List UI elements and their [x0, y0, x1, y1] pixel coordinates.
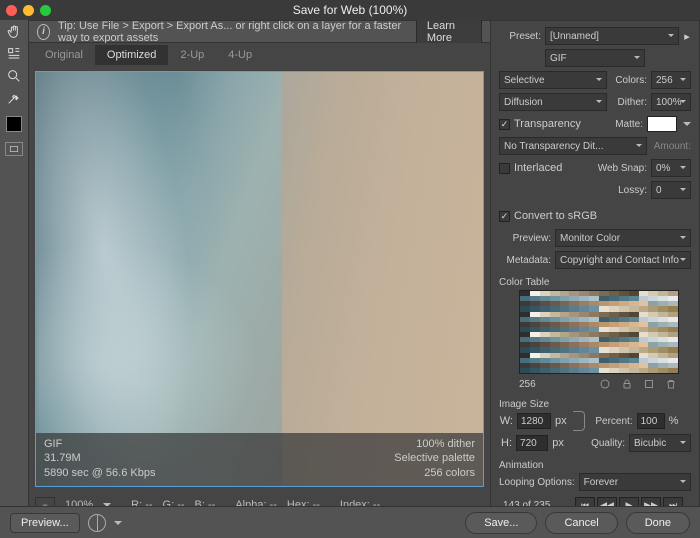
meta-colors: 256 colors: [394, 466, 475, 480]
browser-preview-icon[interactable]: [88, 514, 106, 532]
tab-4up[interactable]: 4-Up: [216, 45, 264, 65]
color-count: 256: [519, 379, 536, 390]
colors-select[interactable]: 256: [651, 71, 691, 89]
srgb-label: Convert to sRGB: [514, 210, 597, 222]
metadata-label: Metadata:: [499, 255, 551, 266]
tip-bar: i Tip: Use File > Export > Export As... …: [29, 21, 490, 43]
delete-color-icon[interactable]: [663, 377, 679, 391]
preview-button[interactable]: Preview...: [10, 513, 80, 533]
image-preview[interactable]: GIF 31.79M 5890 sec @ 56.6 Kbps 100% dit…: [35, 71, 484, 487]
lossy-label: Lossy:: [611, 185, 647, 196]
interlaced-checkbox[interactable]: [499, 163, 510, 174]
footer: Preview... Save... Cancel Done: [0, 506, 700, 538]
zoom-window[interactable]: [40, 5, 51, 16]
transparency-checkbox[interactable]: [499, 119, 510, 130]
reduction-select[interactable]: Selective: [499, 71, 607, 89]
tool-column: [0, 20, 28, 518]
tab-2up[interactable]: 2-Up: [168, 45, 216, 65]
websnap-label: Web Snap:: [595, 163, 647, 174]
image-size-label: Image Size: [499, 399, 691, 410]
matte-label: Matte:: [611, 119, 643, 130]
preview-meta: GIF 31.79M 5890 sec @ 56.6 Kbps 100% dit…: [36, 433, 483, 486]
close-window[interactable]: [6, 5, 17, 16]
browser-menu-icon[interactable]: [114, 521, 122, 529]
window-title: Save for Web (100%): [293, 3, 408, 17]
quality-select[interactable]: Bicubic: [629, 434, 691, 452]
height-input[interactable]: 720: [516, 435, 548, 451]
w-label: W:: [499, 415, 513, 427]
zoom-tool-icon[interactable]: [6, 68, 22, 84]
animation-label: Animation: [499, 460, 691, 471]
eyedropper-tool-icon[interactable]: [6, 90, 22, 106]
dither-method-select[interactable]: Diffusion: [499, 93, 607, 111]
preset-flyout-icon[interactable]: ▸: [683, 30, 691, 43]
meta-palette: Selective palette: [394, 451, 475, 465]
done-button[interactable]: Done: [626, 512, 690, 534]
settings-panel: Preset: [Unnamed] ▸ GIF Selective Colors…: [490, 20, 700, 518]
minimize-window[interactable]: [23, 5, 34, 16]
matte-swatch[interactable]: [647, 116, 677, 132]
dither-label: Dither:: [611, 97, 647, 108]
hand-tool-icon[interactable]: [6, 24, 22, 40]
new-color-icon[interactable]: [641, 377, 657, 391]
tab-original[interactable]: Original: [33, 45, 95, 65]
titlebar: Save for Web (100%): [0, 0, 700, 20]
save-button[interactable]: Save...: [465, 512, 537, 534]
format-select[interactable]: GIF: [545, 49, 645, 67]
tip-text: Tip: Use File > Export > Export As... or…: [58, 20, 408, 44]
lock-color-icon[interactable]: [619, 377, 635, 391]
lossy-select[interactable]: 0: [651, 181, 691, 199]
percent-label: Percent:: [591, 416, 633, 427]
toggle-slices-icon[interactable]: [5, 142, 23, 156]
foreground-swatch[interactable]: [6, 116, 22, 132]
interlaced-label: Interlaced: [514, 162, 591, 174]
meta-size: 31.79M: [44, 451, 155, 465]
tab-optimized[interactable]: Optimized: [95, 45, 169, 65]
websnap-select[interactable]: 0%: [651, 159, 691, 177]
link-dimensions-icon[interactable]: [573, 411, 585, 431]
loop-select[interactable]: Forever: [579, 473, 691, 491]
transparency-label: Transparency: [514, 118, 607, 130]
preset-label: Preset:: [499, 31, 541, 42]
meta-dither: 100% dither: [394, 437, 475, 451]
percent-input[interactable]: 100: [637, 413, 665, 429]
h-label: H:: [499, 437, 512, 449]
px-label-2: px: [552, 437, 564, 449]
meta-format: GIF: [44, 437, 155, 451]
preview-label: Preview:: [499, 233, 551, 244]
metadata-select[interactable]: Copyright and Contact Info: [555, 251, 691, 269]
quality-label: Quality:: [583, 438, 625, 449]
matte-menu-icon[interactable]: [683, 122, 691, 130]
colors-label: Colors:: [611, 75, 647, 86]
snap-web-icon[interactable]: [597, 377, 613, 391]
color-table[interactable]: [519, 290, 679, 374]
cancel-button[interactable]: Cancel: [545, 512, 617, 534]
dither-select[interactable]: 100%: [651, 93, 691, 111]
pct-label: %: [669, 415, 679, 427]
meta-time: 5890 sec @ 56.6 Kbps: [44, 466, 155, 480]
preset-select[interactable]: [Unnamed]: [545, 27, 679, 45]
slice-tool-icon[interactable]: [6, 46, 22, 62]
info-icon: i: [37, 24, 50, 40]
color-table-label: Color Table: [499, 277, 691, 288]
loop-label: Looping Options:: [499, 477, 575, 488]
px-label-1: px: [555, 415, 567, 427]
width-input[interactable]: 1280: [517, 413, 551, 429]
view-tabs: Original Optimized 2-Up 4-Up: [29, 43, 490, 65]
srgb-checkbox[interactable]: [499, 211, 510, 222]
trans-dither-select[interactable]: No Transparency Dit...: [499, 137, 647, 155]
preview-select[interactable]: Monitor Color: [555, 229, 691, 247]
amount-label: Amount:: [651, 141, 691, 152]
